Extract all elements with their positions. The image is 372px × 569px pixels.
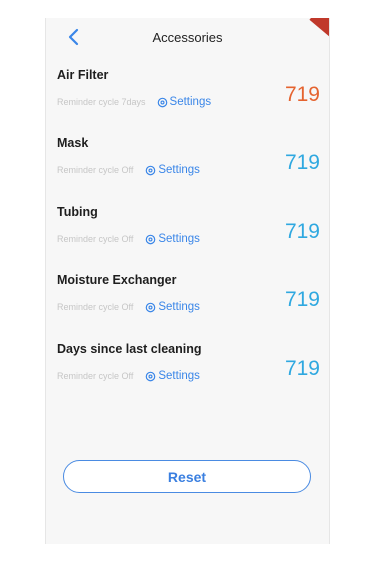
accessory-item-air-filter: Air Filter Reminder cycle 7days Settings… — [46, 68, 329, 136]
gear-icon — [146, 302, 156, 312]
gear-icon — [146, 371, 156, 381]
accessory-item-mask: Mask Reminder cycle Off Settings 719 — [46, 136, 329, 204]
reminder-cycle-text: Reminder cycle Off — [57, 234, 134, 244]
settings-button[interactable]: Settings — [145, 164, 200, 176]
usage-count: 719 — [284, 83, 320, 106]
settings-label: Settings — [158, 370, 200, 382]
gear-icon — [146, 165, 156, 175]
settings-label: Settings — [169, 96, 212, 108]
item-name: Days since last cleaning — [57, 342, 202, 356]
accessory-item-cleaning: Days since last cleaning Reminder cycle … — [46, 342, 329, 410]
item-row: Reminder cycle Off Settings — [57, 162, 200, 178]
accessory-item-moisture-exchanger: Moisture Exchanger Reminder cycle Off Se… — [46, 273, 329, 341]
settings-label: Settings — [158, 301, 200, 313]
item-name: Tubing — [57, 205, 98, 219]
item-name: Moisture Exchanger — [57, 273, 177, 287]
settings-button[interactable]: Settings — [145, 233, 200, 245]
item-name: Air Filter — [57, 68, 109, 82]
item-row: Reminder cycle 7days Settings — [57, 94, 211, 110]
gear-icon — [157, 97, 167, 107]
accessory-item-tubing: Tubing Reminder cycle Off Settings 719 — [46, 205, 329, 273]
item-row: Reminder cycle Off Settings — [57, 368, 200, 384]
app-screen: Accessories Air Filter Reminder cycle 7d… — [45, 18, 330, 544]
usage-count: 719 — [284, 151, 320, 174]
page-title: Accessories — [152, 30, 223, 45]
item-name: Mask — [57, 136, 89, 150]
reminder-cycle-text: Reminder cycle Off — [57, 371, 134, 381]
usage-count: 719 — [284, 220, 320, 243]
settings-label: Settings — [158, 233, 200, 245]
reminder-cycle-text: Reminder cycle Off — [57, 302, 134, 312]
item-row: Reminder cycle Off Settings — [57, 231, 200, 247]
settings-label: Settings — [158, 164, 200, 176]
settings-button[interactable]: Settings — [145, 370, 200, 382]
header: Accessories — [46, 18, 329, 60]
usage-count: 719 — [284, 288, 320, 311]
gear-icon — [146, 234, 156, 244]
reminder-cycle-text: Reminder cycle 7days — [57, 97, 146, 107]
settings-button[interactable]: Settings — [157, 96, 212, 108]
item-row: Reminder cycle Off Settings — [57, 299, 200, 315]
reset-button[interactable]: Reset — [63, 460, 311, 493]
reminder-cycle-text: Reminder cycle Off — [57, 165, 134, 175]
page: Accessories Air Filter Reminder cycle 7d… — [0, 0, 372, 569]
settings-button[interactable]: Settings — [145, 301, 200, 313]
usage-count: 719 — [284, 357, 320, 380]
